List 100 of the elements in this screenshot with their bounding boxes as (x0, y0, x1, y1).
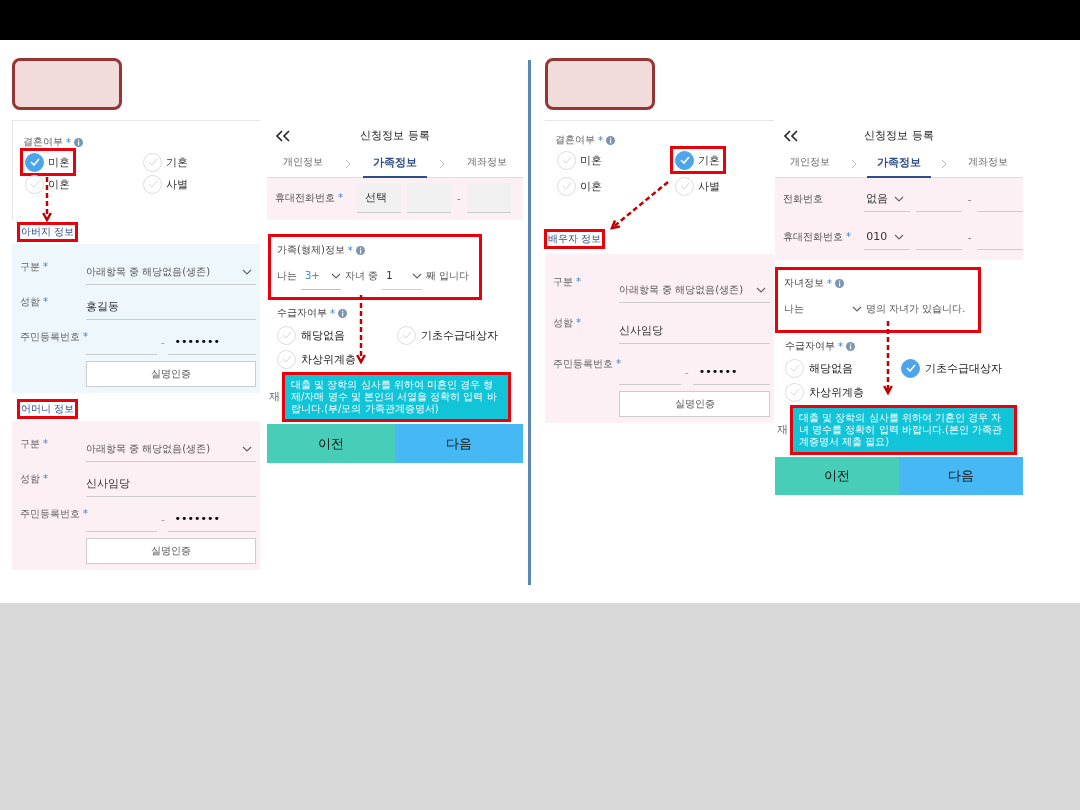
field-label: 가족(형제)정보 (277, 243, 345, 257)
separator-dash: - (457, 192, 461, 204)
password-field[interactable]: •••••• (692, 359, 770, 385)
chevron-down-icon (756, 286, 766, 293)
required-mark: * (43, 296, 48, 309)
select-field[interactable]: 없음 (864, 186, 911, 212)
field-label: 재 (269, 390, 280, 404)
check-icon (561, 156, 572, 164)
verify-button[interactable]: 실명인증 (86, 361, 256, 387)
select-field[interactable]: 아래항목 중 해당없음(생존) (86, 436, 256, 462)
double-chevron-left-icon (275, 130, 291, 142)
next-button[interactable]: 다음 (899, 457, 1023, 495)
required-mark: * (347, 244, 353, 256)
input-field[interactable]: 홍길동 (86, 294, 256, 320)
check-icon (29, 158, 40, 166)
screen-title: 신청정보 등록 (864, 127, 934, 143)
field-label: 주민등록번호 (20, 331, 80, 344)
password-field[interactable]: ••••••• (168, 506, 256, 532)
chevron-right-icon (941, 158, 948, 169)
field-label: 주민등록번호 (20, 508, 80, 521)
field-label: 재 (777, 423, 788, 437)
step-tab[interactable]: 계좌정보 (957, 149, 1018, 178)
info-icon (835, 278, 844, 288)
chevron-down-icon (894, 233, 905, 240)
tooltip: 대출 및 장학의 심사를 위하여 기혼인 경우 자녀 명수를 정확히 입력 바랍니다.(본인 가족관계증명서 제출 필요) (790, 405, 1017, 455)
check-icon (679, 156, 690, 164)
info-icon (606, 135, 615, 145)
required-mark: * (846, 230, 851, 244)
radio-option[interactable]: 기혼 (141, 151, 191, 173)
step-tab[interactable]: 개인정보 (780, 149, 841, 178)
next-button[interactable]: 다음 (395, 424, 523, 463)
info-icon (338, 308, 347, 318)
field-label: 결혼여부 (555, 133, 595, 147)
check-icon (561, 182, 572, 190)
info-icon (74, 137, 83, 147)
required-mark: * (576, 276, 581, 289)
select-field[interactable]: 선택 (357, 183, 401, 213)
radio-option[interactable]: 기혼 (673, 149, 723, 171)
select-field[interactable]: 아래항목 중 해당없음(생존) (619, 277, 770, 303)
radio-option[interactable]: 미혼 (555, 149, 605, 171)
field-label: 구분 (20, 438, 40, 451)
required-mark: * (827, 277, 832, 289)
field-label: 수급자여부 (277, 306, 327, 320)
field-label: 성함 (20, 473, 40, 486)
check-icon (679, 182, 690, 190)
chevron-right-icon (345, 158, 351, 169)
field-label: 구분 (553, 276, 573, 289)
separator-dash: - (967, 231, 972, 243)
step-tab[interactable]: 계좌정보 (457, 149, 517, 178)
sentence-text: 나는 (784, 302, 804, 316)
radio-option[interactable]: 이혼 (555, 175, 605, 197)
radio-option[interactable]: 사별 (141, 173, 191, 195)
check-icon (401, 331, 412, 339)
radio-option[interactable]: 차상위계층 (785, 381, 864, 403)
section-title: 어머니 정보 (20, 402, 76, 416)
chevron-down-icon (894, 195, 905, 202)
field-label: 전화번호 (783, 192, 823, 206)
radio-option[interactable]: 차상위계층 (277, 348, 356, 370)
check-icon (29, 180, 40, 188)
info-icon (355, 245, 365, 255)
input-field[interactable] (407, 183, 451, 213)
previous-button[interactable]: 이전 (775, 457, 899, 495)
input-field[interactable]: 신사임당 (619, 318, 770, 344)
required-mark: * (838, 340, 843, 352)
radio-option[interactable]: 기초수급대상자 (901, 357, 1002, 379)
check-icon (147, 180, 158, 188)
previous-button[interactable]: 이전 (267, 424, 395, 463)
input-field[interactable] (466, 183, 511, 213)
check-icon (281, 331, 292, 339)
step-tab[interactable]: 개인정보 (273, 149, 333, 178)
dashed-arrow (356, 295, 366, 365)
separator-dash: - (160, 513, 165, 525)
separator-dash: - (967, 193, 972, 205)
section-title: 배우자 정보 (547, 232, 603, 246)
radio-option[interactable]: 이혼 (23, 173, 73, 195)
radio-option[interactable]: 사별 (673, 175, 723, 197)
radio-option[interactable]: 해당없음 (277, 324, 345, 346)
required-mark: * (66, 136, 71, 148)
radio-option[interactable]: 기초수급대상자 (397, 324, 498, 346)
required-mark: * (338, 191, 343, 205)
chevron-down-icon (412, 272, 423, 279)
radio-option[interactable]: 해당없음 (785, 357, 853, 379)
select-field[interactable]: 1 (382, 262, 423, 290)
sentence-text: 명의 자녀가 있습니다. (866, 302, 966, 316)
required-mark: * (43, 261, 48, 274)
field-label: 결혼여부 (23, 135, 63, 149)
select-field[interactable]: 아래항목 중 해당없음(생존) (86, 259, 256, 285)
radio-option[interactable]: 미혼 (23, 151, 73, 173)
input-field[interactable]: 신사임당 (86, 471, 256, 497)
password-field[interactable]: ••••••• (168, 329, 256, 355)
chevron-right-icon (439, 158, 445, 169)
required-mark: * (598, 134, 603, 146)
required-mark: * (43, 473, 48, 486)
verify-button[interactable]: 실명인증 (619, 391, 770, 417)
field-label: 휴대전화번호 (783, 230, 843, 244)
section-title: 아버지 정보 (20, 225, 76, 239)
select-field[interactable]: 010 (864, 224, 911, 250)
info-icon (846, 341, 855, 351)
field-label: 휴대전화번호 (275, 191, 335, 205)
verify-button[interactable]: 실명인증 (86, 538, 256, 564)
